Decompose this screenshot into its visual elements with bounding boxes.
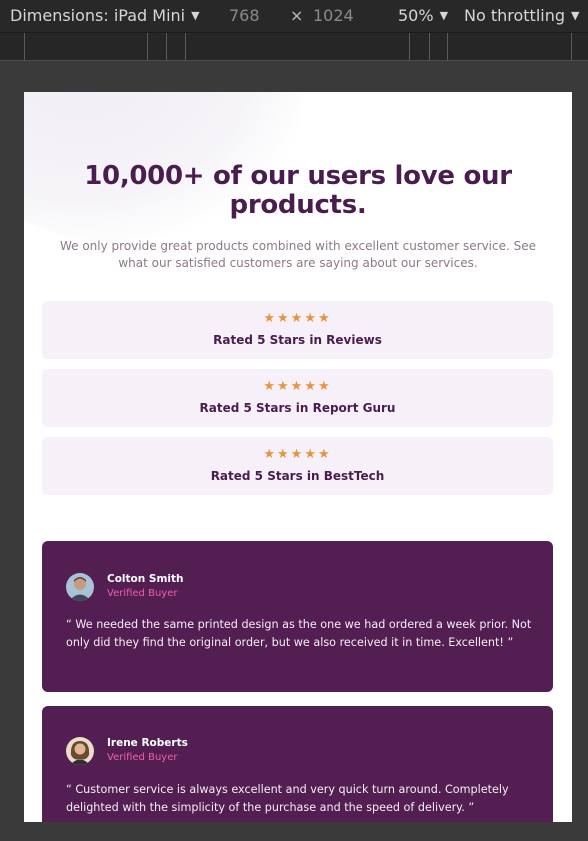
avatar-photo	[66, 737, 94, 765]
rating-label: Rated 5 Stars in Report Guru	[199, 401, 396, 415]
throttling-label: No throttling	[464, 6, 566, 25]
verified-badge: Verified Buyer	[107, 588, 178, 599]
rating-label: Rated 5 Stars in Reviews	[213, 333, 382, 347]
ruler-tick	[24, 33, 25, 61]
star-icon: ★★★★★	[263, 447, 332, 462]
ruler-tick	[409, 33, 410, 61]
device-select[interactable]: Dimensions: iPad Mini ▼	[10, 6, 200, 25]
ruler-tick	[166, 33, 167, 61]
rating-label: Rated 5 Stars in BestTech	[210, 469, 385, 483]
reviewer-name: Colton Smith	[107, 573, 184, 585]
width-input[interactable]: 768	[229, 6, 260, 25]
dropdown-triangle-icon: ▼	[191, 9, 200, 22]
avatar-photo	[66, 573, 94, 601]
height-input[interactable]: 1024	[313, 6, 354, 25]
device-toolbar: Dimensions: iPad Mini ▼ 768 × 1024 50% ▼ N…	[0, 0, 588, 33]
star-icon: ★★★★★	[263, 311, 332, 326]
times-icon: ×	[290, 6, 304, 25]
verified-badge: Verified Buyer	[107, 752, 178, 763]
rating-card-report-guru: ★★★★★ Rated 5 Stars in Report Guru	[42, 369, 553, 427]
zoom-select[interactable]: 50% ▼	[398, 6, 448, 25]
page-heading: 10,000+ of our users love our products.	[84, 161, 512, 220]
ruler-tick	[429, 33, 430, 61]
reviewer-name: Irene Roberts	[107, 737, 188, 749]
testimonial-quote: “ We needed the same printed design as t…	[66, 618, 532, 649]
rating-card-besttech: ★★★★★ Rated 5 Stars in BestTech	[42, 437, 553, 495]
device-viewport: 10,000+ of our users love our products. …	[24, 92, 572, 822]
ruler-tick	[185, 33, 186, 61]
page-subtext: We only provide great products combined …	[59, 239, 536, 270]
avatar	[66, 573, 94, 601]
zoom-label: 50%	[398, 6, 434, 25]
ruler-tick	[447, 33, 448, 61]
ruler-tick	[147, 33, 148, 61]
throttling-select[interactable]: No throttling ▼	[464, 6, 579, 25]
testimonial-quote: “ Customer service is always excellent a…	[66, 783, 509, 814]
star-icon: ★★★★★	[263, 379, 332, 394]
dropdown-triangle-icon: ▼	[571, 9, 580, 22]
dropdown-triangle-icon: ▼	[439, 9, 449, 22]
ruler-tick	[571, 33, 572, 61]
avatar	[66, 737, 94, 765]
rating-card-reviews: ★★★★★ Rated 5 Stars in Reviews	[42, 301, 553, 359]
device-select-label: Dimensions: iPad Mini	[10, 6, 186, 25]
testimonial-card: Irene Roberts Verified Buyer “ Customer …	[42, 706, 553, 822]
media-query-bar[interactable]	[0, 33, 588, 61]
testimonial-card: Colton Smith Verified Buyer “ We needed …	[42, 541, 553, 692]
